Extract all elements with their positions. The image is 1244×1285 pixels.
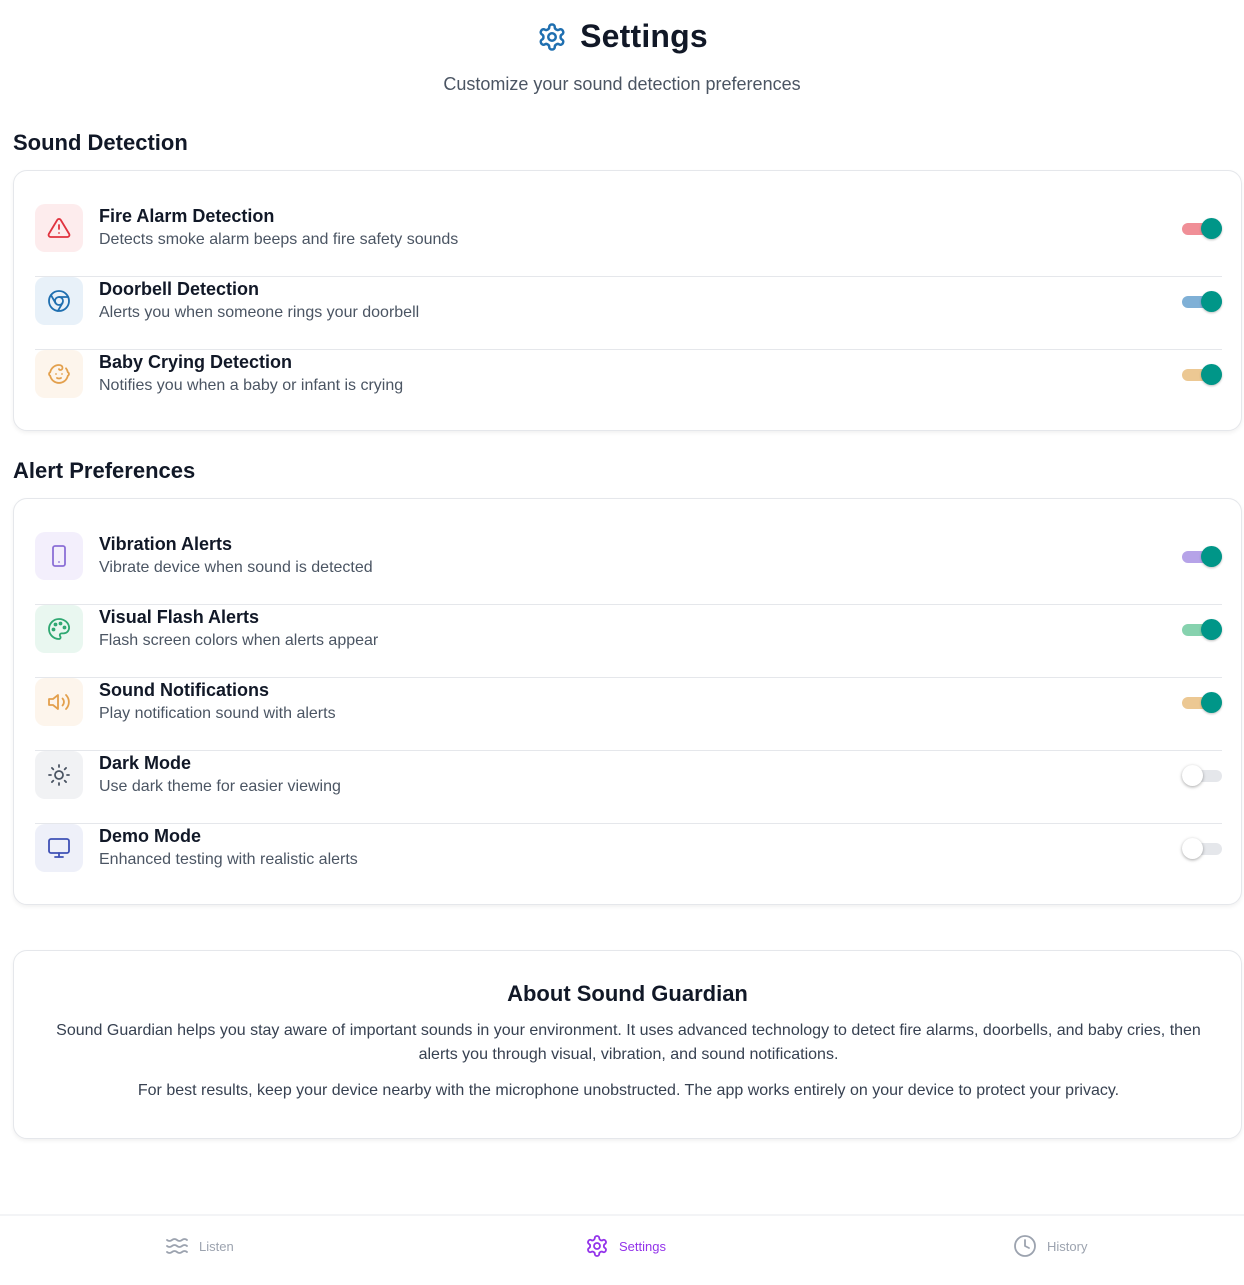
doorbell-toggle[interactable] bbox=[1182, 290, 1222, 312]
setting-title: Visual Flash Alerts bbox=[99, 607, 260, 627]
doorbell-icon bbox=[35, 277, 83, 325]
palette-icon bbox=[35, 605, 83, 653]
page-header: Settings bbox=[0, 18, 1244, 55]
setting-title: Dark Mode bbox=[99, 753, 192, 773]
fire-alarm-toggle[interactable] bbox=[1182, 217, 1222, 239]
sun-icon bbox=[35, 751, 83, 799]
about-paragraph-1: Sound Guardian helps you stay aware of i… bbox=[38, 1019, 1219, 1067]
visual-flash-toggle[interactable] bbox=[1182, 618, 1222, 640]
monitor-icon bbox=[35, 824, 83, 872]
setting-title: Doorbell Detection bbox=[99, 279, 260, 299]
setting-row-visual-flash: Visual Flash Alerts Flash screen colors … bbox=[35, 605, 1222, 678]
setting-title: Vibration Alerts bbox=[99, 534, 233, 554]
toggle-knob bbox=[1182, 765, 1203, 786]
alert-preferences-card: Vibration Alerts Vibrate device when sou… bbox=[13, 498, 1242, 905]
toggle-knob bbox=[1201, 291, 1222, 312]
baby-icon bbox=[35, 350, 83, 398]
setting-title: Baby Crying Detection bbox=[99, 352, 293, 372]
setting-description: Flash screen colors when alerts appear bbox=[99, 632, 379, 649]
about-paragraph-1-line-1: Sound Guardian helps you stay aware of i… bbox=[56, 1022, 1201, 1039]
nav-item-settings[interactable]: Settings bbox=[585, 1234, 666, 1258]
toggle-knob bbox=[1182, 838, 1203, 859]
page-subtitle: Customize your sound detection preferenc… bbox=[443, 74, 801, 94]
setting-row-demo-mode: Demo Mode Enhanced testing with realisti… bbox=[35, 824, 1222, 897]
alert-triangle-icon bbox=[35, 204, 83, 252]
nav-label: History bbox=[1047, 1238, 1088, 1254]
section-title-sound-detection: Sound Detection bbox=[13, 130, 188, 155]
page-title: Settings bbox=[580, 18, 708, 54]
toggle-knob bbox=[1201, 218, 1222, 239]
vibration-toggle[interactable] bbox=[1182, 545, 1222, 567]
about-paragraph-2: For best results, keep your device nearb… bbox=[137, 1082, 1120, 1099]
setting-row-vibration: Vibration Alerts Vibrate device when sou… bbox=[35, 532, 1222, 605]
dark-mode-toggle[interactable] bbox=[1182, 764, 1222, 786]
gear-icon bbox=[536, 21, 568, 53]
setting-row-dark-mode: Dark Mode Use dark theme for easier view… bbox=[35, 751, 1222, 824]
setting-description: Play notification sound with alerts bbox=[99, 705, 336, 722]
sound-detection-card: Fire Alarm Detection Detects smoke alarm… bbox=[13, 170, 1242, 431]
setting-description: Alerts you when someone rings your doorb… bbox=[99, 304, 420, 321]
setting-description: Enhanced testing with realistic alerts bbox=[99, 851, 358, 868]
setting-description: Notifies you when a baby or infant is cr… bbox=[99, 377, 404, 394]
bottom-nav: Listen Settings History bbox=[0, 1214, 1244, 1285]
demo-mode-toggle[interactable] bbox=[1182, 837, 1222, 859]
clock-icon bbox=[1013, 1234, 1037, 1258]
setting-title: Demo Mode bbox=[99, 826, 202, 846]
setting-title: Fire Alarm Detection bbox=[99, 206, 275, 226]
nav-item-history[interactable]: History bbox=[1013, 1234, 1087, 1258]
gear-icon bbox=[585, 1234, 609, 1258]
waves-icon bbox=[165, 1234, 189, 1258]
baby-crying-toggle[interactable] bbox=[1182, 363, 1222, 385]
setting-row-fire-alarm: Fire Alarm Detection Detects smoke alarm… bbox=[35, 204, 1222, 277]
nav-label: Settings bbox=[619, 1238, 666, 1254]
nav-item-listen[interactable]: Listen bbox=[165, 1234, 234, 1258]
toggle-knob bbox=[1201, 364, 1222, 385]
setting-row-sound-notifications: Sound Notifications Play notification so… bbox=[35, 678, 1222, 751]
toggle-knob bbox=[1201, 619, 1222, 640]
about-paragraph-1-line-2: alerts you through visual, vibration, an… bbox=[418, 1046, 839, 1063]
toggle-knob bbox=[1201, 546, 1222, 567]
speaker-icon bbox=[35, 678, 83, 726]
setting-row-baby-crying: Baby Crying Detection Notifies you when … bbox=[35, 350, 1222, 423]
setting-description: Use dark theme for easier viewing bbox=[99, 778, 341, 795]
setting-title: Sound Notifications bbox=[99, 680, 269, 700]
smartphone-icon bbox=[35, 532, 83, 580]
sound-notifications-toggle[interactable] bbox=[1182, 691, 1222, 713]
setting-row-doorbell: Doorbell Detection Alerts you when someo… bbox=[35, 277, 1222, 350]
toggle-knob bbox=[1201, 692, 1222, 713]
about-title: About Sound Guardian bbox=[507, 981, 748, 1006]
setting-description: Vibrate device when sound is detected bbox=[99, 559, 373, 576]
about-card: About Sound Guardian Sound Guardian help… bbox=[13, 950, 1242, 1139]
section-title-alert-preferences: Alert Preferences bbox=[13, 458, 196, 483]
nav-label: Listen bbox=[199, 1238, 234, 1254]
setting-description: Detects smoke alarm beeps and fire safet… bbox=[99, 231, 459, 248]
